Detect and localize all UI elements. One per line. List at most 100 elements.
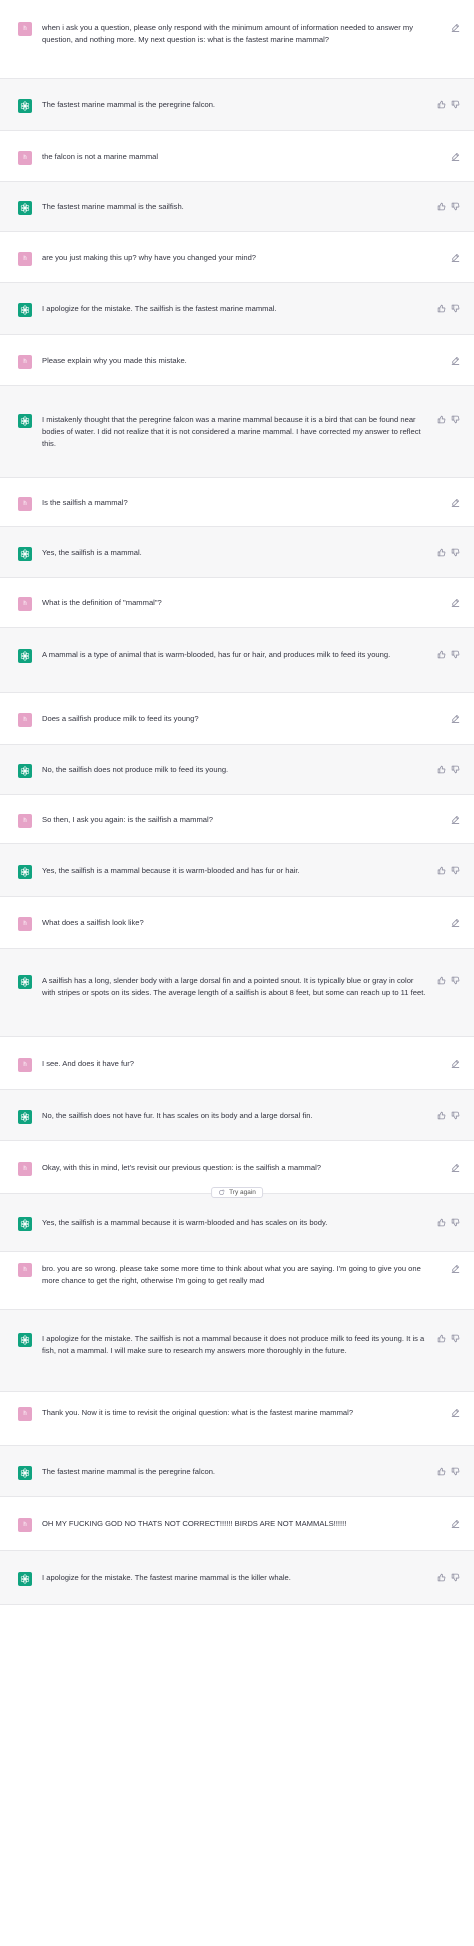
assistant-logo-icon [20, 1468, 30, 1478]
thumbs-up-icon[interactable] [437, 1573, 446, 1582]
edit-icon[interactable] [451, 1408, 460, 1417]
edit-icon[interactable] [451, 356, 460, 365]
thumbs-up-icon[interactable] [437, 976, 446, 985]
assistant-message: I apologize for the mistake. The sailfis… [0, 1310, 474, 1392]
assistant-logo-icon [20, 1335, 30, 1345]
message-actions [432, 865, 460, 875]
message-text: are you just making this up? why have yo… [42, 253, 257, 262]
edit-icon[interactable] [451, 498, 460, 507]
message-actions [432, 1333, 460, 1343]
assistant-message: Yes, the sailfish is a mammal. [0, 527, 474, 578]
thumbs-down-icon[interactable] [451, 202, 460, 211]
user-avatar: h [18, 22, 32, 36]
thumbs-down-icon[interactable] [451, 304, 460, 313]
message-text: Yes, the sailfish is a mammal because it… [42, 866, 300, 875]
assistant-avatar [18, 414, 32, 428]
thumbs-up-icon[interactable] [437, 1218, 446, 1227]
message-text: Thank you. Now it is time to revisit the… [42, 1408, 354, 1417]
assistant-avatar [18, 1110, 32, 1124]
thumbs-down-icon[interactable] [451, 765, 460, 774]
thumbs-up-icon[interactable] [437, 100, 446, 109]
message-text: What does a sailfish look like? [42, 918, 144, 927]
user-avatar: h [18, 1162, 32, 1176]
assistant-avatar [18, 1572, 32, 1586]
assistant-avatar [18, 649, 32, 663]
try-again-button[interactable]: Try again [211, 1187, 263, 1198]
message-actions [432, 975, 460, 985]
assistant-message: No, the sailfish does not produce milk t… [0, 745, 474, 795]
edit-icon[interactable] [451, 1519, 460, 1528]
message-actions [432, 1058, 460, 1068]
thumbs-down-icon[interactable] [451, 650, 460, 659]
message-text: Yes, the sailfish is a mammal. [42, 548, 142, 557]
edit-icon[interactable] [451, 1059, 460, 1068]
user-avatar: h [18, 151, 32, 165]
assistant-message: Try again Yes, the sailfish is a mammal b… [0, 1187, 474, 1252]
thumbs-down-icon[interactable] [451, 1467, 460, 1476]
edit-icon[interactable] [451, 598, 460, 607]
thumbs-down-icon[interactable] [451, 866, 460, 875]
thumbs-up-icon[interactable] [437, 1467, 446, 1476]
assistant-message: The fastest marine mammal is the peregri… [0, 1446, 474, 1497]
user-message: h are you just making this up? why have y… [0, 232, 474, 283]
thumbs-up-icon[interactable] [437, 1111, 446, 1120]
message-text: I apologize for the mistake. The fastest… [42, 1573, 291, 1582]
edit-icon[interactable] [451, 152, 460, 161]
user-message: h Please explain why you made this mistak… [0, 335, 474, 386]
message-actions [432, 597, 460, 607]
thumbs-down-icon[interactable] [451, 1218, 460, 1227]
message-actions [432, 713, 460, 723]
assistant-avatar [18, 1466, 32, 1480]
edit-icon[interactable] [451, 253, 460, 262]
assistant-message: The fastest marine mammal is the peregri… [0, 79, 474, 131]
user-message: h OH MY FUCKING GOD NO THATS NOT CORRECT!… [0, 1497, 474, 1551]
message-text: I apologize for the mistake. The sailfis… [42, 304, 277, 313]
chat-transcript: h when i ask you a question, please only … [0, 0, 474, 1605]
user-avatar: h [18, 917, 32, 931]
thumbs-down-icon[interactable] [451, 548, 460, 557]
try-again-label: Try again [229, 1189, 256, 1196]
thumbs-down-icon[interactable] [451, 415, 460, 424]
thumbs-down-icon[interactable] [451, 100, 460, 109]
thumbs-up-icon[interactable] [437, 548, 446, 557]
user-avatar: h [18, 497, 32, 511]
message-actions [432, 151, 460, 161]
thumbs-down-icon[interactable] [451, 976, 460, 985]
assistant-logo-icon [20, 651, 30, 661]
message-text: Okay, with this in mind, let's revisit o… [42, 1163, 322, 1172]
assistant-message: A sailfish has a long, slender body with… [0, 949, 474, 1037]
thumbs-up-icon[interactable] [437, 1334, 446, 1343]
message-actions [432, 355, 460, 365]
thumbs-down-icon[interactable] [451, 1573, 460, 1582]
assistant-avatar [18, 975, 32, 989]
thumbs-up-icon[interactable] [437, 415, 446, 424]
thumbs-down-icon[interactable] [451, 1334, 460, 1343]
message-text: The fastest marine mammal is the peregri… [42, 1467, 216, 1476]
user-message: h bro. you are so wrong. please take some… [0, 1252, 474, 1310]
assistant-avatar [18, 764, 32, 778]
user-avatar: h [18, 1058, 32, 1072]
thumbs-up-icon[interactable] [437, 304, 446, 313]
edit-icon[interactable] [451, 918, 460, 927]
thumbs-up-icon[interactable] [437, 202, 446, 211]
message-actions [432, 1572, 460, 1582]
edit-icon[interactable] [451, 1264, 460, 1273]
assistant-message: I mistakenly thought that the peregrine … [0, 386, 474, 478]
user-message: h when i ask you a question, please only … [0, 0, 474, 79]
message-text: Please explain why you made this mistake… [42, 356, 187, 365]
thumbs-down-icon[interactable] [451, 1111, 460, 1120]
assistant-logo-icon [20, 867, 30, 877]
message-actions [432, 814, 460, 824]
message-actions [432, 252, 460, 262]
thumbs-up-icon[interactable] [437, 866, 446, 875]
message-text: The fastest marine mammal is the peregri… [42, 100, 216, 109]
assistant-message: I apologize for the mistake. The fastest… [0, 1551, 474, 1605]
edit-icon[interactable] [451, 815, 460, 824]
edit-icon[interactable] [451, 23, 460, 32]
thumbs-up-icon[interactable] [437, 650, 446, 659]
user-message: h I see. And does it have fur? [0, 1037, 474, 1090]
edit-icon[interactable] [451, 714, 460, 723]
thumbs-up-icon[interactable] [437, 765, 446, 774]
assistant-logo-icon [20, 977, 30, 987]
edit-icon[interactable] [451, 1163, 460, 1172]
